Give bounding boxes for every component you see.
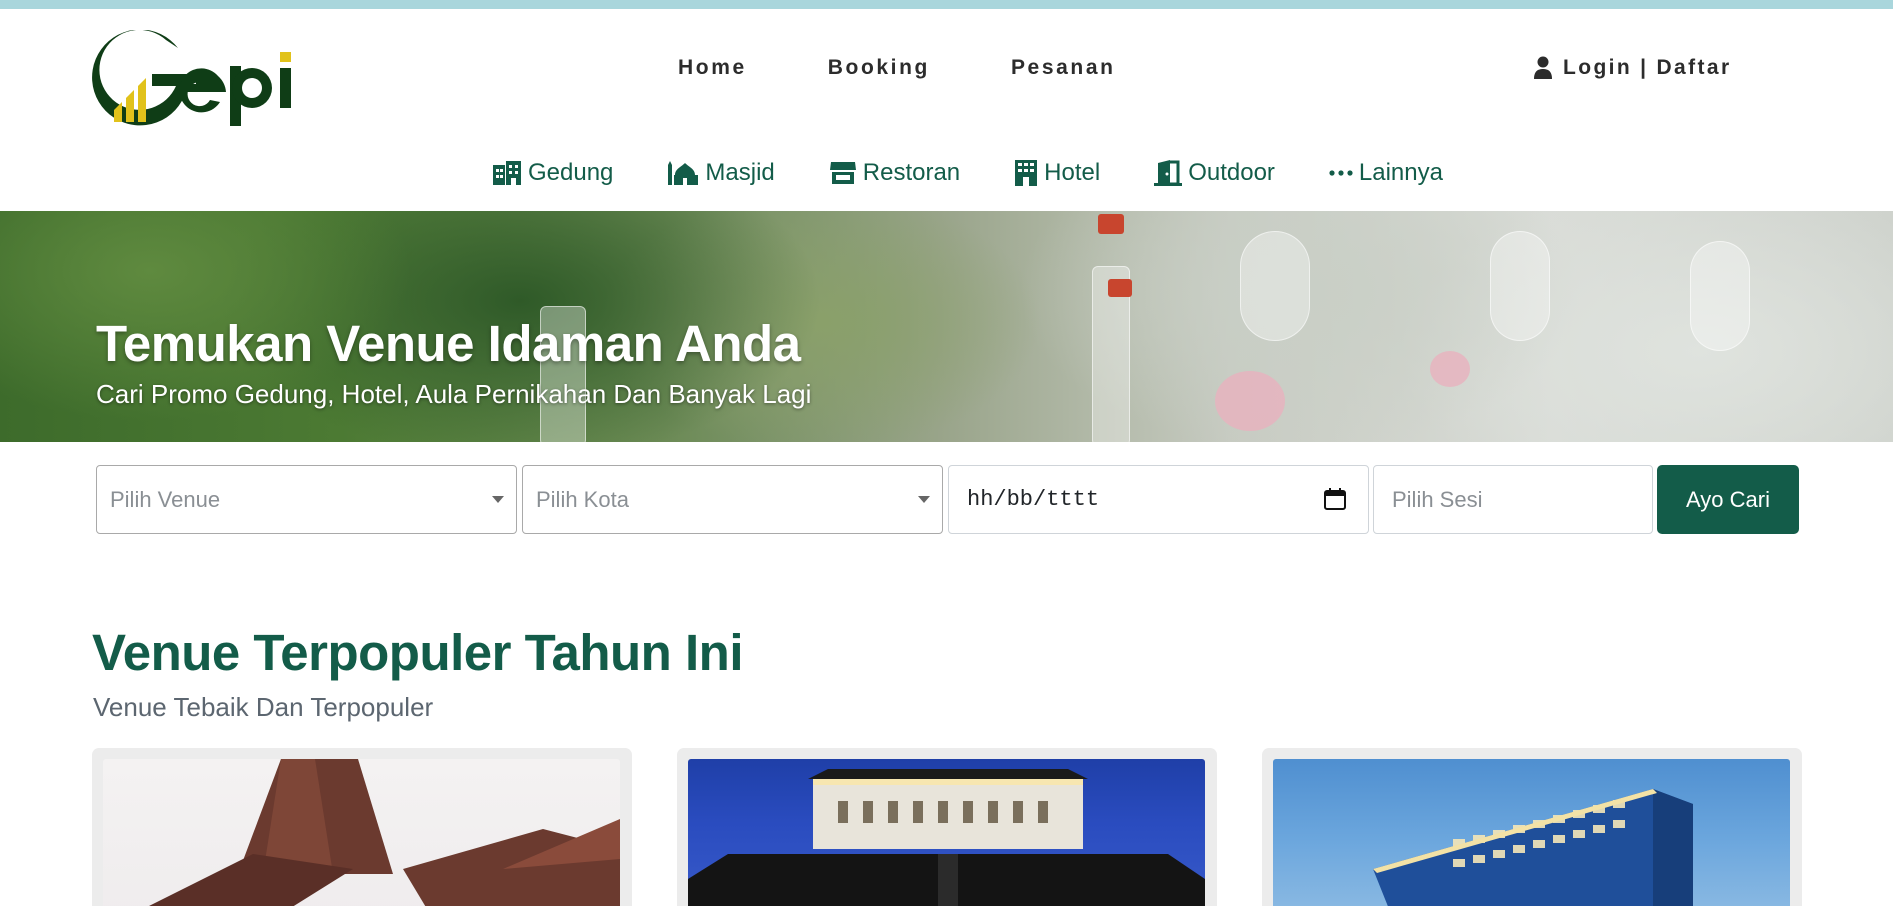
category-hotel[interactable]: Hotel: [1014, 159, 1100, 187]
venue-select-placeholder: Pilih Venue: [110, 486, 221, 512]
category-label: Gedung: [528, 159, 614, 186]
hero-bottle-cap-decoration: [1098, 214, 1124, 234]
category-restoran[interactable]: Restoran: [829, 159, 960, 187]
search-button[interactable]: Ayo Cari: [1657, 465, 1799, 534]
user-icon: [1533, 56, 1553, 80]
venue-card[interactable]: [677, 748, 1217, 906]
auth-links: Login | Daftar: [1533, 56, 1732, 80]
venue-card-image: [1273, 759, 1790, 906]
hero-subtitle: Cari Promo Gedung, Hotel, Aula Pernikaha…: [96, 379, 812, 409]
nav-home[interactable]: Home: [678, 56, 747, 80]
category-label: Lainnya: [1358, 159, 1443, 186]
chevron-down-icon: [492, 496, 504, 503]
category-label: Outdoor: [1188, 159, 1275, 186]
category-gedung[interactable]: Gedung: [492, 159, 613, 187]
hero-glass-decoration: [1690, 241, 1750, 351]
session-input-placeholder: Pilih Sesi: [1392, 486, 1483, 512]
chevron-down-icon: [918, 496, 930, 503]
hero-banner: Temukan Venue Idaman Anda Cari Promo Ged…: [0, 211, 1893, 442]
category-label: Hotel: [1044, 159, 1101, 186]
top-accent-bar: [0, 0, 1893, 9]
category-lainnya[interactable]: Lainnya: [1329, 159, 1443, 187]
venue-search-form: Pilih Venue Pilih Kota hh/bb/tttt Pilih …: [96, 465, 1800, 534]
nav-booking[interactable]: Booking: [828, 56, 930, 80]
gepi-logo-icon: [92, 29, 291, 126]
hero-flower-decoration: [1430, 351, 1470, 387]
hero-bottle-cap-decoration: [1108, 279, 1132, 297]
door-open-icon: [1154, 160, 1183, 186]
site-header: Home Booking Pesanan Login | Daftar Gedu…: [0, 9, 1893, 211]
session-input[interactable]: Pilih Sesi: [1373, 465, 1653, 534]
category-nav: Gedung Masjid Restoran Hotel Outdoor Lai…: [492, 159, 1443, 187]
venue-card-image: [688, 759, 1205, 906]
hero-flower-decoration: [1215, 371, 1285, 431]
ellipsis-icon: [1329, 170, 1353, 176]
hero-glass-decoration: [1490, 231, 1550, 341]
venue-card-image: [103, 759, 620, 906]
popular-section-subtitle: Venue Tebaik Dan Terpopuler: [93, 692, 434, 722]
category-label: Restoran: [862, 159, 961, 186]
store-icon: [829, 162, 856, 184]
main-nav: Home Booking Pesanan: [678, 56, 1116, 80]
category-masjid[interactable]: Masjid: [667, 159, 775, 187]
date-input-placeholder: hh/bb/tttt: [967, 487, 1100, 512]
calendar-icon[interactable]: [1324, 488, 1346, 510]
venue-card[interactable]: [92, 748, 632, 906]
category-label: Masjid: [705, 159, 775, 186]
hero-glass-decoration: [1240, 231, 1310, 341]
venue-select[interactable]: Pilih Venue: [96, 465, 517, 534]
date-input[interactable]: hh/bb/tttt: [948, 465, 1369, 534]
venue-card[interactable]: [1262, 748, 1802, 906]
hero-title: Temukan Venue Idaman Anda: [96, 315, 801, 372]
mosque-icon: [668, 161, 699, 185]
popular-section-title: Venue Terpopuler Tahun Ini: [92, 624, 744, 681]
city-select[interactable]: Pilih Kota: [522, 465, 943, 534]
auth-separator: |: [1640, 56, 1649, 79]
register-link[interactable]: Daftar: [1656, 56, 1731, 80]
category-outdoor[interactable]: Outdoor: [1154, 159, 1275, 187]
brand-logo[interactable]: [92, 29, 316, 126]
building-icon: [493, 161, 521, 185]
login-link[interactable]: Login: [1563, 56, 1632, 80]
nav-pesanan[interactable]: Pesanan: [1011, 56, 1116, 80]
hotel-icon: [1015, 160, 1038, 186]
city-select-placeholder: Pilih Kota: [536, 486, 629, 512]
